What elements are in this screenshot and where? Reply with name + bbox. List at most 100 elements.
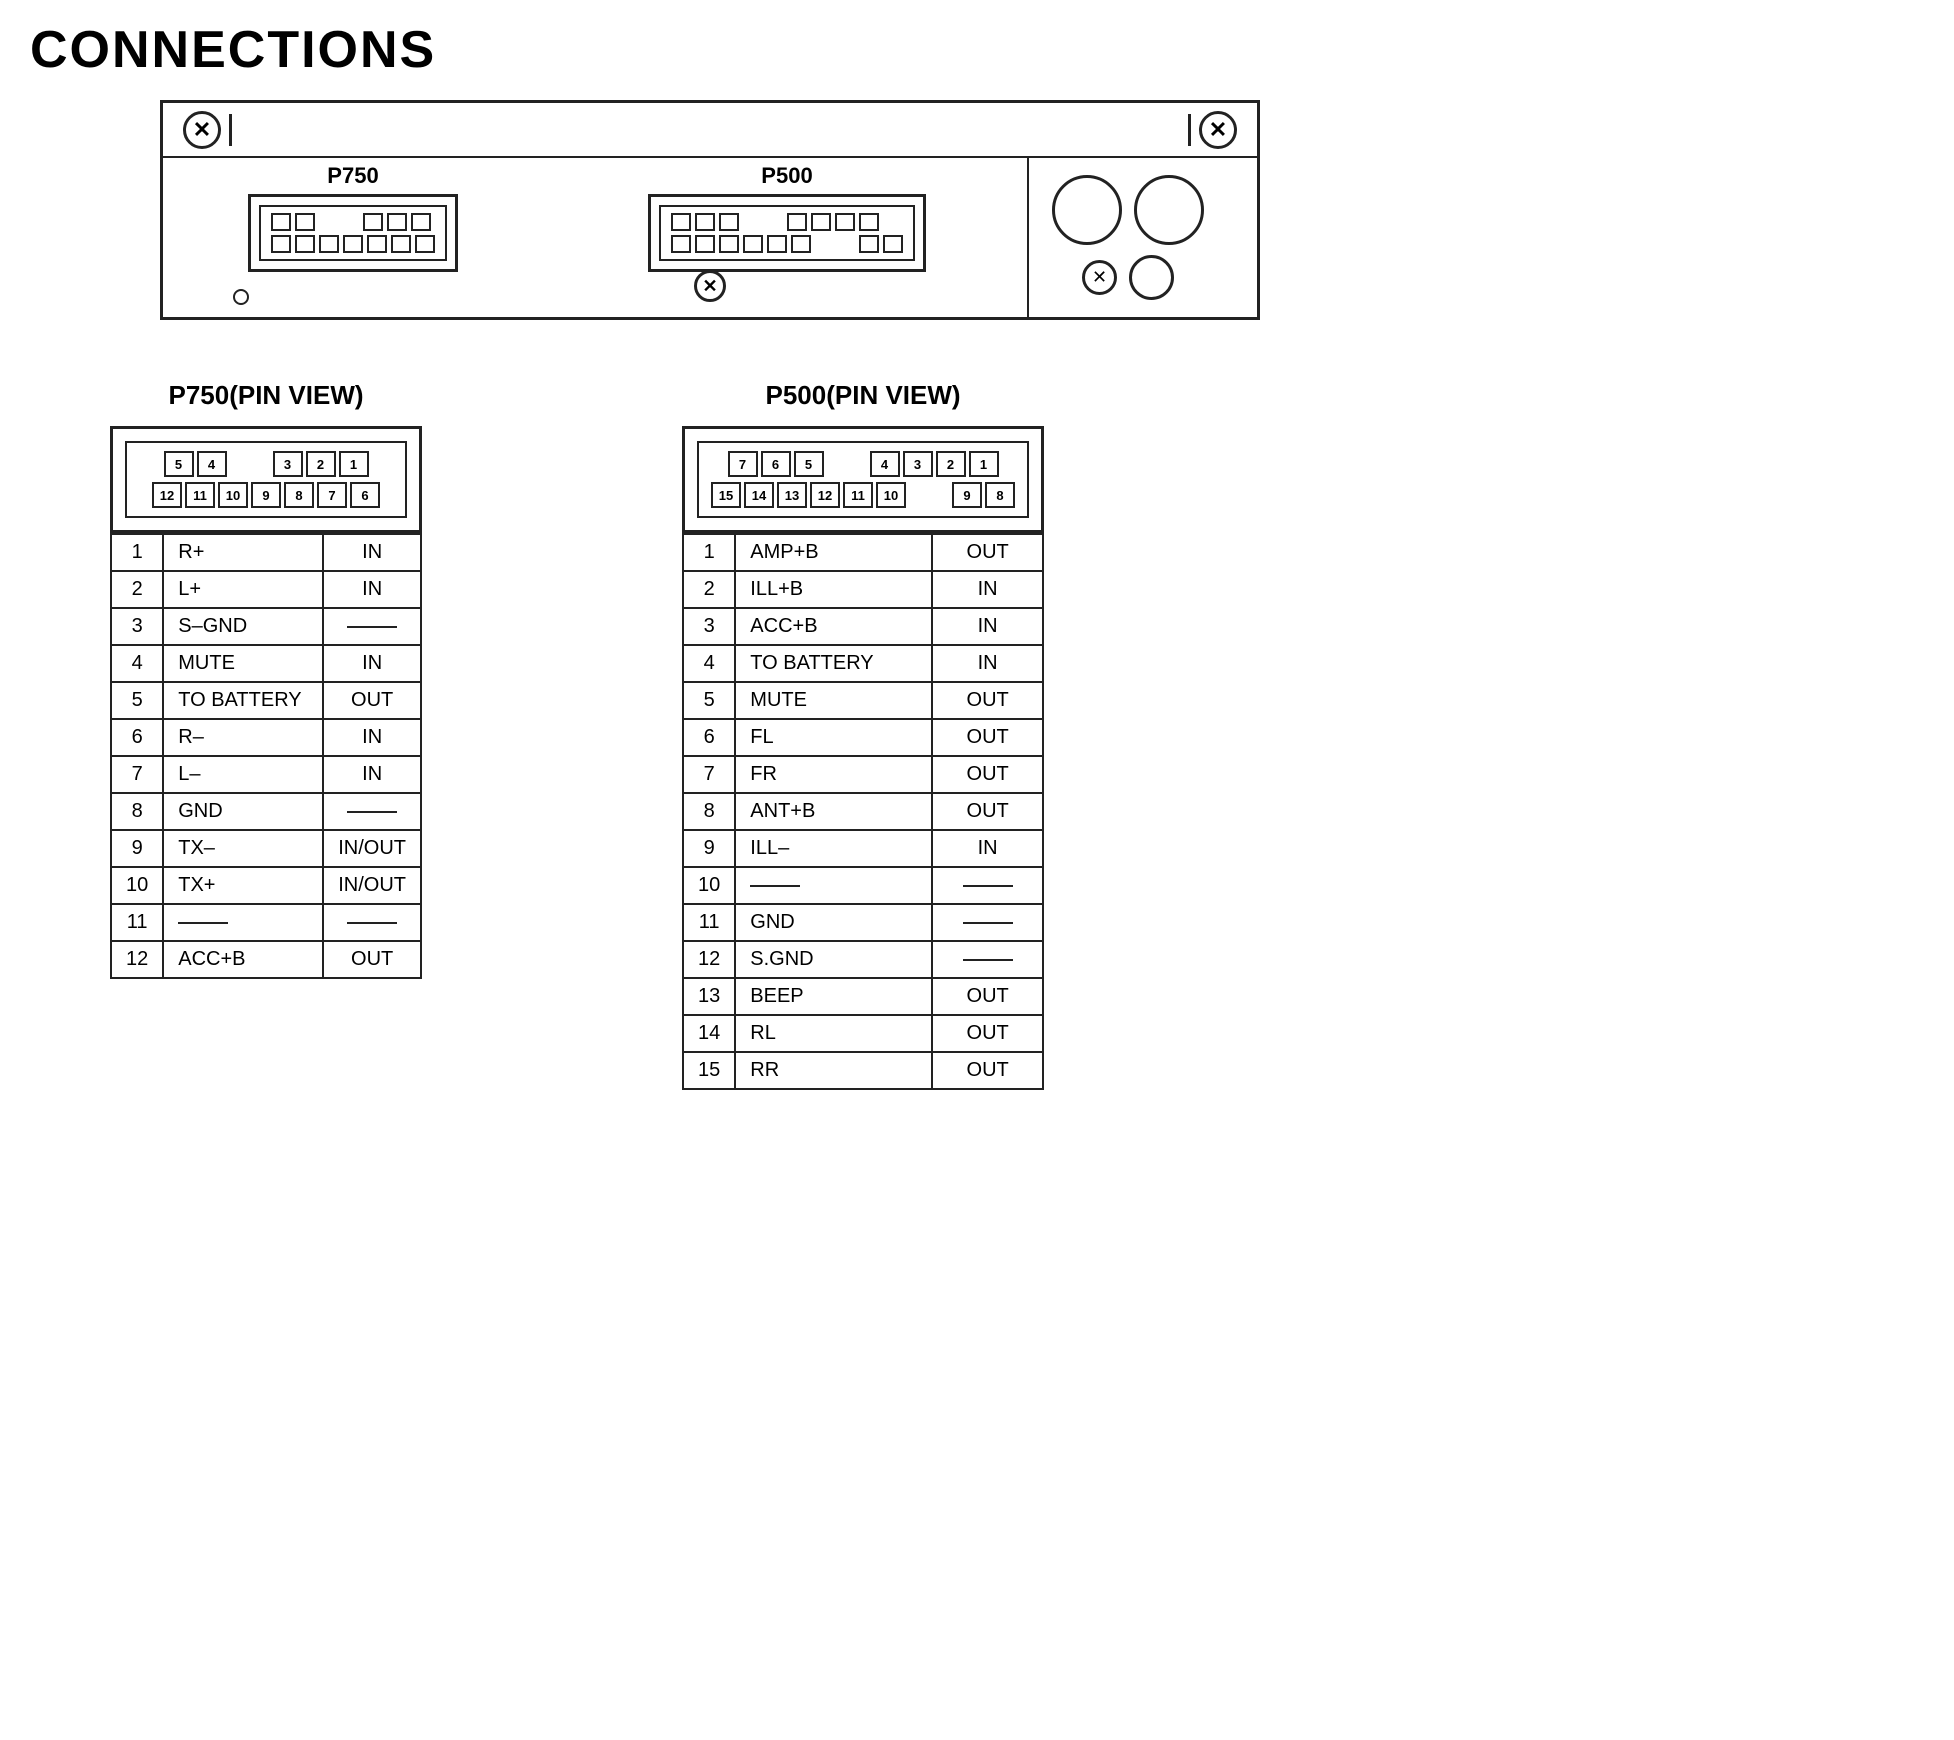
pin-signal: TX– (163, 830, 323, 867)
pin-direction (323, 793, 421, 830)
diagram-p500-inner (659, 205, 915, 261)
pin-number: 4 (111, 645, 163, 682)
pin-slot (363, 213, 383, 231)
pin-slot (835, 213, 855, 231)
table-row: 10TX+IN/OUT (111, 867, 421, 904)
pin-direction: OUT (932, 1015, 1043, 1052)
pv-cell: 14 (744, 482, 774, 508)
pin-slot (695, 213, 715, 231)
pv-cell: 4 (870, 451, 900, 477)
table-row: 5MUTEOUT (683, 682, 1043, 719)
circles-row2: ✕ (1082, 255, 1174, 300)
pin-signal: FL (735, 719, 932, 756)
pin-direction: IN/OUT (323, 867, 421, 904)
diagram-p750-row1 (271, 213, 435, 231)
pin-number: 4 (683, 645, 735, 682)
pin-direction: IN (323, 534, 421, 571)
pin-slot (883, 235, 903, 253)
pv-cell: 13 (777, 482, 807, 508)
pin-number: 3 (683, 608, 735, 645)
pin-signal: TO BATTERY (735, 645, 932, 682)
pv-cell: 11 (843, 482, 873, 508)
diagram-p500-label: P500 (648, 163, 926, 189)
pin-signal: R+ (163, 534, 323, 571)
pin-signal: S–GND (163, 608, 323, 645)
diagram-p750-body (248, 194, 458, 272)
table-row: 14RLOUT (683, 1015, 1043, 1052)
p500-table: 1AMP+BOUT2ILL+BIN3ACC+BIN4TO BATTERYIN5M… (682, 533, 1044, 1090)
pin-signal: MUTE (735, 682, 932, 719)
diagram-p750: P750 (243, 158, 463, 277)
pin-direction: OUT (932, 793, 1043, 830)
pin-number: 9 (683, 830, 735, 867)
pv-cell: 3 (903, 451, 933, 477)
diagram-p750-inner (259, 205, 447, 261)
table-row: 1AMP+BOUT (683, 534, 1043, 571)
table-row: 2L+IN (111, 571, 421, 608)
pv-cell: 5 (164, 451, 194, 477)
table-row: 6FLOUT (683, 719, 1043, 756)
p750-section: P750(PIN VIEW) 5 4 3 2 1 12 11 10 9 (110, 380, 422, 1090)
table-row: 12ACC+BOUT (111, 941, 421, 978)
pv-cell: 12 (810, 482, 840, 508)
pin-slot (859, 235, 879, 253)
pin-signal: L– (163, 756, 323, 793)
p500-bottom-row: 15 14 13 12 11 10 9 8 (711, 482, 1015, 508)
pin-number: 8 (683, 793, 735, 830)
pin-signal: AMP+B (735, 534, 932, 571)
pv-cell: 3 (273, 451, 303, 477)
pin-number: 15 (683, 1052, 735, 1089)
table-row: 8GND (111, 793, 421, 830)
pv-cell: 11 (185, 482, 215, 508)
table-row: 4MUTEIN (111, 645, 421, 682)
bolt-left (233, 289, 249, 305)
diagram-p500-body (648, 194, 926, 272)
speaker-circle-1 (1052, 175, 1122, 245)
pin-signal: R– (163, 719, 323, 756)
right-section: ✕ (1027, 158, 1227, 317)
table-row: 4TO BATTERYIN (683, 645, 1043, 682)
pin-signal: RL (735, 1015, 932, 1052)
circles-row (1052, 175, 1204, 245)
pin-signal: S.GND (735, 941, 932, 978)
table-row: 1R+IN (111, 534, 421, 571)
diagram-p500: P500 (643, 158, 931, 277)
pin-number: 12 (111, 941, 163, 978)
pv-cell: 8 (985, 482, 1015, 508)
pv-cell: 10 (876, 482, 906, 508)
pin-gap (743, 213, 783, 231)
pin-slot (743, 235, 763, 253)
pin-direction: IN (323, 571, 421, 608)
p750-bottom-row: 12 11 10 9 8 7 6 (139, 482, 393, 508)
pin-number: 9 (111, 830, 163, 867)
pin-slot (791, 235, 811, 253)
pin-signal: TX+ (163, 867, 323, 904)
pin-signal (163, 904, 323, 941)
pin-signal: ACC+B (163, 941, 323, 978)
pin-signal: GND (163, 793, 323, 830)
speaker-circle-2 (1134, 175, 1204, 245)
p750-pin-view: 5 4 3 2 1 12 11 10 9 8 7 6 (110, 426, 422, 533)
pin-number: 5 (111, 682, 163, 719)
pin-number: 2 (683, 571, 735, 608)
pin-gap (815, 235, 855, 253)
pin-slot (319, 235, 339, 253)
p500-section: P500(PIN VIEW) 7 6 5 4 3 2 1 15 14 (682, 380, 1044, 1090)
device-diagram: ✕ ✕ P750 (160, 100, 1260, 320)
table-row: 3ACC+BIN (683, 608, 1043, 645)
table-row: 11 (111, 904, 421, 941)
pin-direction: IN (323, 719, 421, 756)
pin-number: 1 (683, 534, 735, 571)
small-circle (1129, 255, 1174, 300)
pin-slot (787, 213, 807, 231)
pin-slot (391, 235, 411, 253)
table-row: 15RROUT (683, 1052, 1043, 1089)
pin-direction (932, 867, 1043, 904)
pin-slot (367, 235, 387, 253)
pin-number: 7 (111, 756, 163, 793)
pv-cell: 9 (952, 482, 982, 508)
pin-signal: L+ (163, 571, 323, 608)
pin-slot (859, 213, 879, 231)
pin-slot (411, 213, 431, 231)
device-top-strip: ✕ ✕ (163, 103, 1257, 158)
